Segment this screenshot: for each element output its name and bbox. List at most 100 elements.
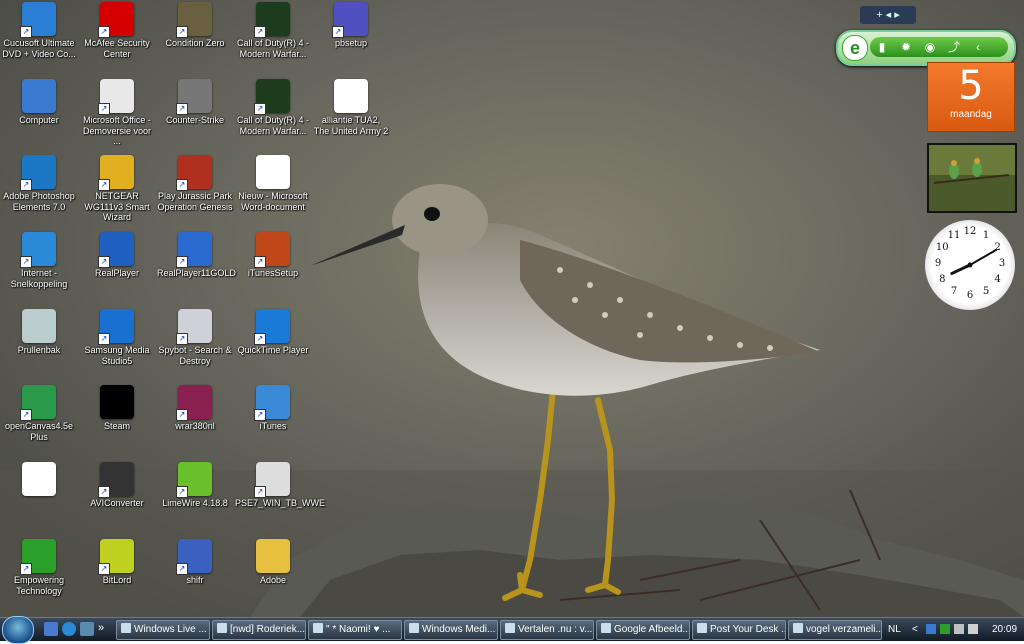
desktop-icon-label: openCanvas4.5e Plus [4, 421, 74, 442]
tray-clock[interactable]: 20:09 [992, 618, 1017, 641]
blank-file-icon [22, 462, 56, 496]
empowering-technology-icon: ↗ [20, 539, 56, 575]
calendar-gadget[interactable]: 5 maandag [927, 62, 1015, 132]
desktop-icon[interactable]: ↗ Adobe Photoshop Elements 7.0 [0, 153, 78, 227]
desktop-icon[interactable]: Computer [0, 77, 78, 151]
empowering-tray-icon[interactable] [940, 624, 950, 634]
desktop[interactable]: ↗ Cucusoft Ultimate DVD + Video Co... ↗ McA… [0, 0, 1024, 617]
netgear-icon: ↗ [98, 155, 134, 191]
taskbar: » Windows Live ... [nwd] Roderiek... " * N… [0, 616, 1024, 644]
winrar-icon: ↗ [176, 385, 212, 421]
gadget-button[interactable]: ‹ [966, 37, 990, 57]
empowering-technology-gadget[interactable]: e ▮ ✹ ◉ ⤴ ‹ [836, 30, 1016, 66]
desktop-icon-label: QuickTime Player [237, 345, 309, 355]
desktop-icon[interactable]: ↗ Call of Duty(R) 4 - Modern Warfar... [234, 0, 312, 74]
taskbar-button[interactable]: " * Naomi! ♥ ... [308, 620, 402, 640]
desktop-icon[interactable]: Steam [78, 383, 156, 457]
shifr-icon: ↗ [176, 539, 212, 575]
quicklaunch-more-icon[interactable]: » [98, 622, 112, 636]
sidebar-gadget-toolbar[interactable]: + ◂ ▸ [860, 6, 916, 24]
desktop-icon[interactable]: ↗ RealPlayer11GOLD [156, 230, 236, 304]
desktop-icon[interactable]: ↗ Counter-Strike [156, 77, 234, 151]
desktop-icon[interactable]: ↗ Condition Zero [156, 0, 234, 74]
taskbar-button[interactable]: Post Your Desk ... [692, 620, 786, 640]
taskbar-button[interactable]: [nwd] Roderiek... [212, 620, 306, 640]
shortcut-arrow-icon: ↗ [176, 409, 188, 421]
shortcut-arrow-icon: ↗ [176, 256, 188, 268]
desktop-icon[interactable]: ↗ openCanvas4.5e Plus [0, 383, 78, 457]
desktop-icon[interactable]: ↗ Samsung Media Studio5 [78, 307, 156, 381]
desktop-icon[interactable]: ↗ Empowering Technology [0, 537, 78, 611]
taskbar-button[interactable]: vogel verzameli... [788, 620, 882, 640]
shortcut-arrow-icon: ↗ [98, 256, 110, 268]
shortcut-arrow-icon: ↗ [254, 409, 266, 421]
shortcut-arrow-icon: ↗ [98, 333, 110, 345]
shortcut-arrow-icon: ↗ [254, 26, 266, 38]
gadget-button[interactable]: ⤴ [942, 37, 966, 57]
shortcut-arrow-icon: ↗ [176, 103, 188, 115]
shortcut-arrow-icon: ↗ [254, 486, 266, 498]
shortcut-arrow-icon: ↗ [332, 26, 344, 38]
network-icon[interactable] [926, 624, 936, 634]
desktop-icon[interactable]: ↗ wrar380nl [156, 383, 234, 457]
desktop-icon[interactable]: ↗ shifr [156, 537, 234, 611]
gadget-button[interactable]: ▮ [870, 37, 894, 57]
desktop-icon[interactable]: ↗ iTunes [234, 383, 312, 457]
pbsetup-icon: ↗ [332, 2, 368, 38]
desktop-icon[interactable]: ↗ AVIConverter [78, 460, 156, 534]
desktop-icon[interactable]: ↗ BitLord [78, 537, 156, 611]
internet-explorer-icon[interactable] [62, 622, 76, 636]
gadget-button[interactable]: ◉ [918, 37, 942, 57]
desktop-icon[interactable]: ↗ Microsoft Office - Demoversie voor ... [78, 77, 156, 151]
desktop-icon[interactable]: Adobe [234, 537, 312, 611]
desktop-icon[interactable]: ↗ Internet - Snelkoppeling [0, 230, 78, 304]
desktop-icon[interactable]: ↗ Call of Duty(R) 4 - Modern Warfar... [234, 77, 312, 151]
office-icon: ↗ [98, 79, 134, 115]
desktop-icon-label: Computer [19, 115, 59, 125]
realplayer-gold-icon: ↗ [176, 232, 212, 268]
shortcut-arrow-icon: ↗ [176, 26, 188, 38]
desktop-icon[interactable]: ↗ NETGEAR WG111v3 Smart Wizard [78, 153, 156, 227]
show-hidden-icons-button[interactable]: < [912, 618, 918, 641]
switch-windows-icon[interactable] [80, 622, 94, 636]
desktop-icon-label: Counter-Strike [165, 115, 225, 125]
calendar-day: 5 [958, 63, 984, 109]
clock-gadget[interactable]: 1 2 3 4 5 6 7 8 9 10 11 12 [925, 220, 1015, 310]
desktop-icon[interactable]: ↗ Spybot - Search & Destroy [156, 307, 234, 381]
volume-icon[interactable] [968, 624, 978, 634]
desktop-icon-label: pbsetup [334, 38, 368, 48]
language-indicator[interactable]: NL [888, 618, 901, 641]
taskbar-button[interactable]: Windows Medi... [404, 620, 498, 640]
desktop-icon[interactable]: ↗ PSE7_WIN_TB_WWE [234, 460, 325, 534]
desktop-icon[interactable] [0, 460, 78, 534]
taskbar-button-label: Windows Medi... [422, 624, 496, 635]
clock-minute-hand [969, 249, 997, 266]
desktop-icon[interactable]: ↗ iTunesSetup [234, 230, 312, 304]
desktop-icon[interactable]: alliantie TUA2, The United Army 2 [312, 77, 390, 151]
desktop-icon[interactable]: ↗ RealPlayer [78, 230, 156, 304]
show-desktop-icon[interactable] [44, 622, 58, 636]
desktop-icon[interactable]: Prullenbak [0, 307, 78, 381]
desktop-icon[interactable]: ↗ QuickTime Player [234, 307, 312, 381]
clock-hands [950, 249, 997, 275]
aviconverter-icon: ↗ [98, 462, 134, 498]
desktop-icon[interactable]: ↗ pbsetup [312, 0, 390, 74]
taskbar-button[interactable]: Google Afbeeld... [596, 620, 690, 640]
shortcut-arrow-icon: ↗ [98, 26, 110, 38]
shortcut-arrow-icon: ↗ [176, 333, 188, 345]
desktop-icon[interactable]: ↗ LimeWire 4.18.8 [156, 460, 234, 534]
e-logo-icon[interactable]: e [842, 35, 868, 61]
desktop-icon[interactable]: Nieuw - Microsoft Word-document [234, 153, 312, 227]
desktop-icon[interactable]: ↗ Cucusoft Ultimate DVD + Video Co... [0, 0, 78, 74]
slideshow-gadget[interactable] [927, 143, 1017, 213]
desktop-icon[interactable]: ↗ McAfee Security Center [78, 0, 156, 74]
wireless-icon[interactable] [954, 624, 964, 634]
recycle-bin-icon [22, 309, 56, 343]
desktop-icon[interactable]: ↗ Play Jurassic Park Operation Genesis [156, 153, 234, 227]
gadget-button[interactable]: ✹ [894, 37, 918, 57]
taskbar-button[interactable]: Windows Live ... [116, 620, 210, 640]
spybot-icon: ↗ [176, 309, 212, 345]
limewire-icon: ↗ [176, 462, 212, 498]
taskbar-button[interactable]: Vertalen .nu : v... [500, 620, 594, 640]
shortcut-arrow-icon: ↗ [176, 563, 188, 575]
